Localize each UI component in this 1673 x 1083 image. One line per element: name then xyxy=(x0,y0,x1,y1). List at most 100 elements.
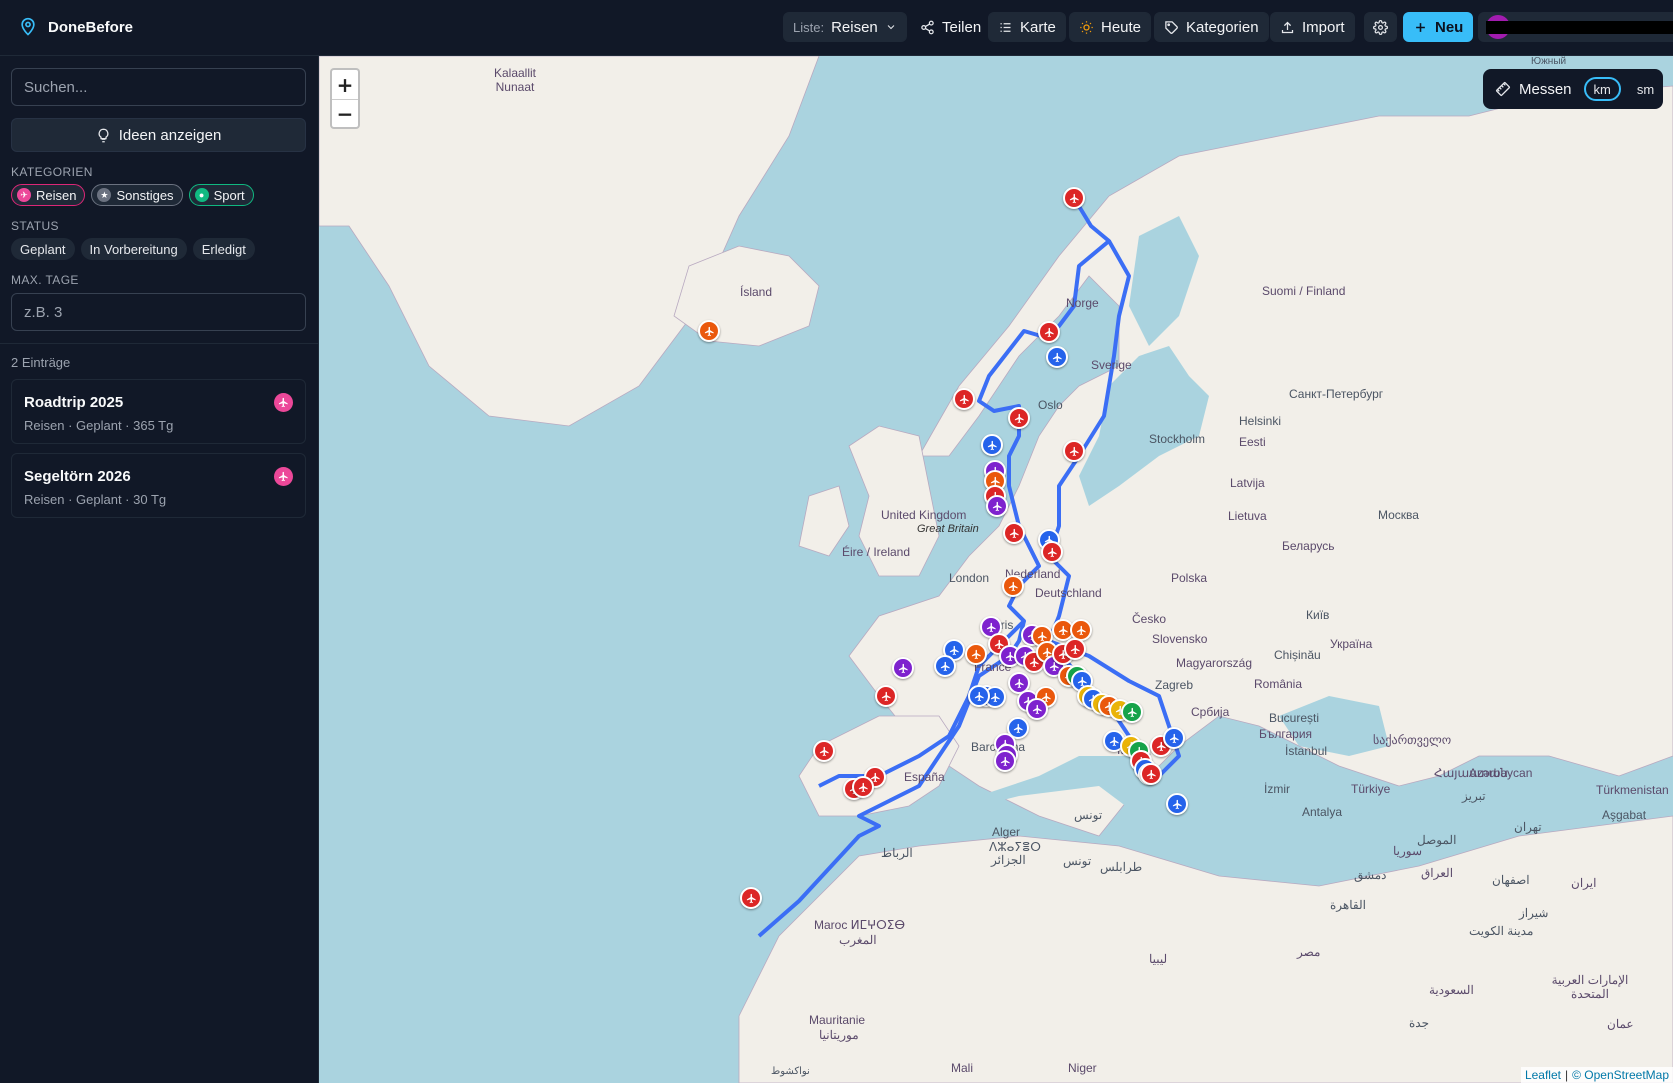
list-select[interactable]: Liste: Reisen xyxy=(783,12,907,42)
max-days-field[interactable] xyxy=(11,293,306,331)
map-label-kyiv: Київ xyxy=(1306,608,1330,622)
lightbulb-icon xyxy=(98,128,109,142)
status-pill-erledigt[interactable]: Erledigt xyxy=(192,238,255,260)
map-label-magyar: Magyarország xyxy=(1176,656,1253,670)
map-label-rabat: الرباط xyxy=(881,846,913,860)
settings-button[interactable] xyxy=(1364,12,1397,42)
map-marker[interactable] xyxy=(813,740,835,762)
status-pill-geplant[interactable]: Geplant xyxy=(11,238,75,260)
map-marker[interactable] xyxy=(1064,638,1086,660)
map-marker[interactable] xyxy=(934,655,956,677)
map-marker[interactable] xyxy=(1002,575,1024,597)
map-marker[interactable] xyxy=(1166,793,1188,815)
osm-link[interactable]: © OpenStreetMap xyxy=(1572,1068,1669,1082)
search-input[interactable] xyxy=(24,78,305,96)
map-label-bulgaria: България xyxy=(1259,727,1313,741)
map-label-moskva: Москва xyxy=(1378,508,1419,522)
entry-count: 2 Einträge xyxy=(11,355,71,370)
map-marker[interactable] xyxy=(968,685,990,707)
map-marker[interactable] xyxy=(852,776,874,798)
ball-icon: ● xyxy=(194,188,209,202)
show-ideas-button[interactable]: Ideen anzeigen xyxy=(11,118,306,152)
list-map-icon xyxy=(1000,22,1011,32)
map-label-tunisia: تونس xyxy=(1063,854,1092,868)
import-button[interactable]: Import xyxy=(1270,12,1355,42)
share-icon xyxy=(921,20,934,34)
map-marker[interactable] xyxy=(1041,541,1063,563)
categories-button[interactable]: Kategorien xyxy=(1154,12,1269,42)
map-view[interactable]: Kalaallit Nunaat Ísland Norge Sverige Su… xyxy=(319,56,1673,1083)
plane-icon xyxy=(1047,547,1057,557)
map-label-polska: Polska xyxy=(1171,571,1208,585)
map-label-zagreb: Zagreb xyxy=(1155,678,1194,692)
map-label-chisinau: Chișinău xyxy=(1274,648,1321,662)
plane-icon xyxy=(949,645,959,655)
plus-icon xyxy=(1416,22,1425,32)
map-label-iraq: العراق xyxy=(1421,866,1454,880)
map-label-saudi: السعودية xyxy=(1429,983,1474,997)
zoom-out-button[interactable]: − xyxy=(332,99,358,128)
map-marker[interactable] xyxy=(1121,701,1143,723)
map-marker[interactable] xyxy=(1046,346,1068,368)
today-button[interactable]: Heute xyxy=(1069,12,1152,42)
plane-icon xyxy=(974,691,984,701)
search-field[interactable] xyxy=(11,68,306,106)
upload-icon xyxy=(1281,21,1294,33)
map-label-ukraine: Україна xyxy=(1330,637,1373,651)
map-marker[interactable] xyxy=(981,434,1003,456)
map-marker[interactable] xyxy=(1063,440,1085,462)
category-chip-sonstiges[interactable]: ★ Sonstiges xyxy=(91,184,183,206)
plane-icon xyxy=(1069,193,1079,203)
map-marker[interactable] xyxy=(1140,763,1162,785)
map-label-gb: Great Britain xyxy=(917,523,979,535)
map-marker[interactable] xyxy=(1163,727,1185,749)
ruler-icon xyxy=(1495,81,1511,97)
map-label-espana: España xyxy=(904,770,945,784)
leaflet-link[interactable]: Leaflet xyxy=(1525,1068,1561,1082)
map-marker[interactable] xyxy=(1038,321,1060,343)
map-label-kuwait: مدينة الكويت xyxy=(1469,924,1534,938)
entry-card[interactable]: Segeltörn 2026 Reisen · Geplant · 30 Tg xyxy=(11,453,306,518)
map-marker[interactable] xyxy=(1026,698,1048,720)
map-marker[interactable] xyxy=(875,685,897,707)
map-label-alger-ber: ⴷⵣⴰⵢⴻⵔ xyxy=(989,840,1041,854)
status-pill-in-vorbereitung[interactable]: In Vorbereitung xyxy=(80,238,187,260)
plane-icon xyxy=(1009,528,1019,538)
plane-icon xyxy=(992,501,1002,511)
list-label: Liste: xyxy=(793,19,825,35)
map-marker[interactable] xyxy=(965,643,987,665)
category-chip-label: Sonstiges xyxy=(116,187,174,203)
zoom-in-button[interactable]: + xyxy=(332,70,358,99)
user-menu[interactable] xyxy=(1478,12,1673,42)
max-days-input[interactable] xyxy=(24,303,305,321)
map-label-maghrib: المغرب xyxy=(839,933,877,947)
new-button[interactable]: Neu xyxy=(1403,12,1474,42)
share-button[interactable]: Teilen xyxy=(910,12,991,42)
measure-button[interactable]: Messen xyxy=(1519,81,1572,98)
map-label-de: Deutschland xyxy=(1035,586,1102,600)
unit-km-toggle[interactable]: km xyxy=(1583,77,1621,101)
plane-icon xyxy=(1052,352,1062,362)
map-button[interactable]: Karte xyxy=(988,12,1066,42)
entry-card[interactable]: Roadtrip 2025 Reisen · Geplant · 365 Tg xyxy=(11,379,306,444)
category-chip-sport[interactable]: ● Sport xyxy=(188,184,254,206)
plane-icon: ✈ xyxy=(17,188,31,202)
unit-sm-toggle[interactable]: sm xyxy=(1629,77,1662,101)
map-marker[interactable] xyxy=(953,388,975,410)
entry-title: Roadtrip 2025 xyxy=(24,394,124,411)
plane-icon xyxy=(819,746,829,756)
map-marker[interactable] xyxy=(994,750,1016,772)
map-label: Karte xyxy=(1020,18,1056,36)
map-marker[interactable] xyxy=(986,495,1008,517)
map-marker[interactable] xyxy=(1003,522,1025,544)
brand[interactable]: DoneBefore xyxy=(18,17,133,37)
map-marker[interactable] xyxy=(740,887,762,909)
map-marker[interactable] xyxy=(1063,187,1085,209)
category-chip-reisen[interactable]: ✈ Reisen xyxy=(11,184,86,206)
map-marker[interactable] xyxy=(1008,407,1030,429)
map-marker[interactable] xyxy=(698,320,720,342)
map-label-izmir: İzmir xyxy=(1264,782,1290,796)
map-marker[interactable] xyxy=(892,657,914,679)
map-label-dimashq: دمشق xyxy=(1354,868,1387,882)
category-chip-label: Reisen xyxy=(36,187,77,203)
